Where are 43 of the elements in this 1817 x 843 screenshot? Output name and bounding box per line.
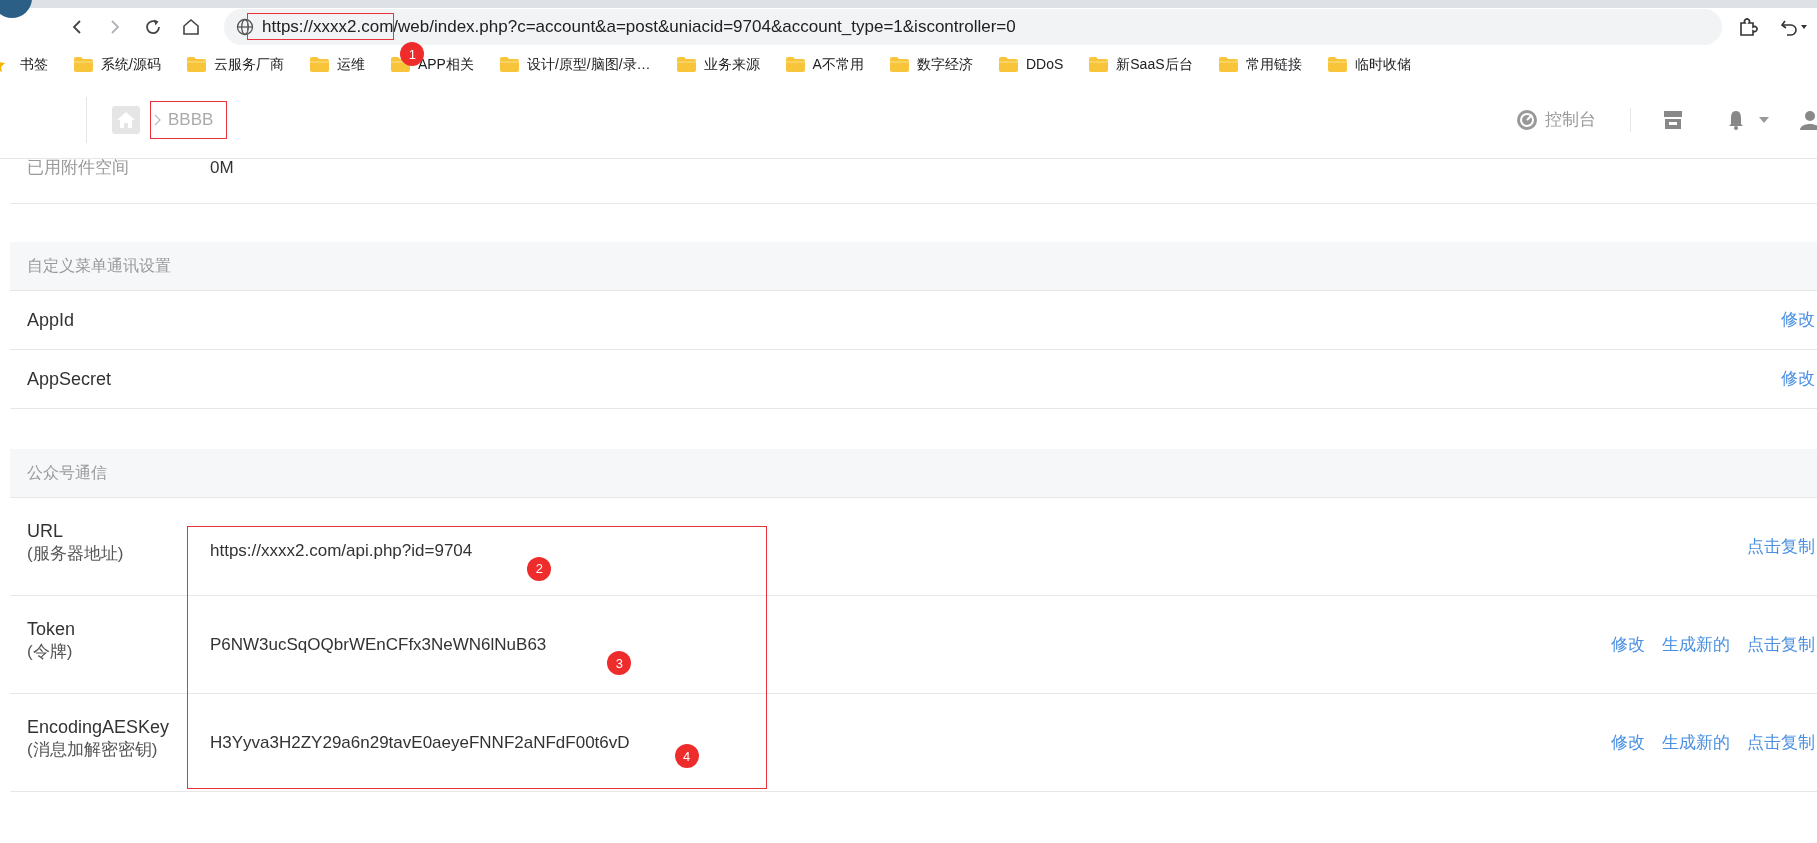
chevron-icon <box>154 114 162 126</box>
annotation-marker: 2 <box>527 556 552 581</box>
row-label: AppId <box>27 308 76 332</box>
bookmark-label[interactable]: 设计/原型/脑图/录… <box>526 53 651 75</box>
row-label: Token <box>27 618 77 641</box>
bookmark-label[interactable]: 业务来源 <box>703 53 760 75</box>
row-sublabel: (令牌) <box>27 641 74 664</box>
row-label: AppSecret <box>27 367 113 391</box>
bookmark-label[interactable]: APP相关 <box>417 53 474 75</box>
field-value: H3Yyva3H2ZY29a6n29tavE0aeyeFNNF2aNFdF00t6vD <box>210 731 630 754</box>
bookmark-label[interactable]: DDoS <box>1025 53 1064 75</box>
annotation-marker: 4 <box>674 744 699 769</box>
target-icon[interactable] <box>1517 110 1537 130</box>
row-sublabel: (服务器地址) <box>27 543 125 566</box>
user-icon[interactable] <box>1800 110 1817 130</box>
extensions-icon[interactable] <box>1737 16 1759 38</box>
globe-icon <box>236 18 254 36</box>
bookmark-label[interactable]: 书签 <box>20 53 48 75</box>
bookmark-label[interactable]: 数字经济 <box>916 53 973 75</box>
annotation-marker: 3 <box>607 651 632 676</box>
row-value: 0M <box>210 159 234 180</box>
field-value: P6NW3ucSqOQbrWEnCFfx3NeWN6lNuB63 <box>210 633 547 656</box>
bell-icon[interactable] <box>1727 110 1745 130</box>
home-button[interactable] <box>112 106 140 134</box>
field-value: https://xxxx2.com/api.php?id=9704 <box>210 540 473 562</box>
row-label: EncodingAESKey <box>27 716 171 739</box>
reload-icon[interactable] <box>144 18 162 36</box>
section-header: 自定义菜单通讯设置 <box>10 242 1817 291</box>
store-icon[interactable] <box>1663 111 1683 129</box>
bookmark-label[interactable]: A不常用 <box>812 53 864 75</box>
bookmark-label[interactable]: 新SaaS后台 <box>1116 53 1193 75</box>
bookmark-label[interactable]: 云服务厂商 <box>213 53 284 75</box>
back-icon[interactable] <box>70 19 84 35</box>
home-icon[interactable] <box>182 18 200 36</box>
bookmark-label[interactable]: 运维 <box>336 53 365 75</box>
bookmark-label[interactable]: 系统/源码 <box>101 53 161 75</box>
caret-icon[interactable] <box>1759 117 1769 123</box>
bookmark-label[interactable]: 常用链接 <box>1245 53 1302 75</box>
row-label: 已用附件空间 <box>27 159 130 179</box>
section-header: 公众号通信 <box>10 449 1817 498</box>
row-label: URL <box>27 520 64 543</box>
row-sublabel: (消息加解密密钥) <box>27 739 159 762</box>
bookmark-label[interactable]: 临时收储 <box>1354 53 1411 75</box>
